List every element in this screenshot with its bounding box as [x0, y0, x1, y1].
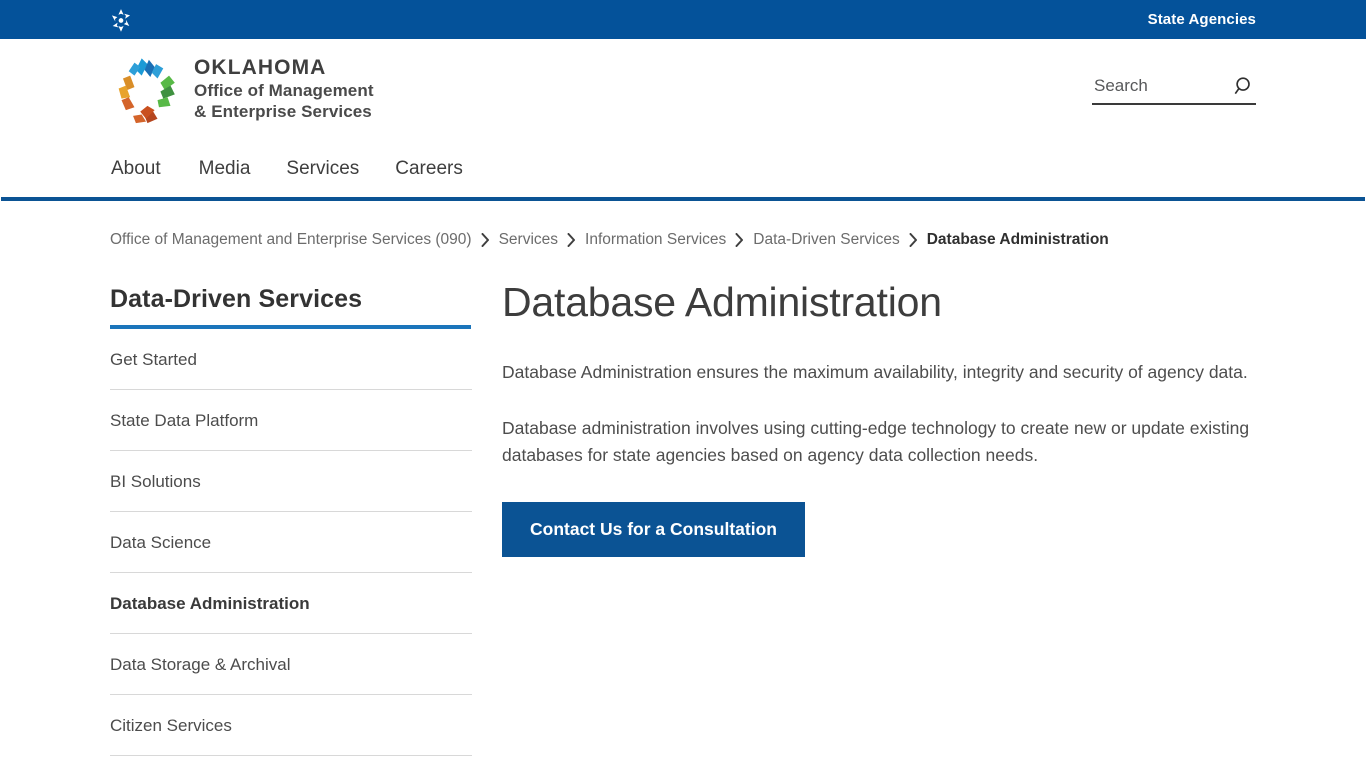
intro-paragraph: Database Administration ensures the maxi… [502, 362, 1248, 383]
sidebar-item-data-science[interactable]: Data Science [110, 512, 472, 572]
brand-line-oklahoma: OKLAHOMA [194, 56, 327, 80]
search-icon [1234, 76, 1250, 94]
list-item: Data Storage & Archival [110, 634, 472, 695]
chevron-right-icon [900, 232, 927, 247]
nav-item-careers[interactable]: Careers [395, 159, 499, 178]
breadcrumb-item-current: Database Administration [926, 231, 1109, 248]
section-sidebar: Data-Driven Services Get Started State D… [110, 248, 472, 756]
sidebar-item-state-data-platform[interactable]: State Data Platform [110, 390, 472, 450]
site-header: OKLAHOMA Office of Management & Enterpri… [0, 39, 1366, 140]
brand-line-enterprise: & Enterprise Services [194, 102, 372, 122]
main-navigation: About Media Services Careers [1, 140, 1365, 201]
state-seal-home-link[interactable] [108, 7, 134, 33]
sidebar-item-database-administration[interactable]: Database Administration [110, 573, 472, 633]
state-agencies-link[interactable]: State Agencies [1148, 12, 1256, 27]
main-column: Database Administration Database Adminis… [472, 248, 1256, 558]
sidebar-item-bi-solutions[interactable]: BI Solutions [110, 451, 472, 511]
body-paragraph: Database administration involves using c… [502, 417, 1250, 465]
sidebar-item-data-storage-archival[interactable]: Data Storage & Archival [110, 634, 472, 694]
list-item: Data Science [110, 512, 472, 573]
nav-item-media[interactable]: Media [199, 159, 287, 178]
list-item: Citizen Services [110, 695, 472, 756]
sidebar-item-citizen-services[interactable]: Citizen Services [110, 695, 472, 755]
list-item: Database Administration [110, 573, 472, 634]
chevron-right-icon [558, 232, 585, 247]
nav-item-about[interactable]: About [111, 159, 199, 178]
list-item: Get Started [110, 329, 472, 390]
breadcrumb-item-agency[interactable]: Office of Management and Enterprise Serv… [110, 232, 472, 248]
brand-logo-link[interactable]: OKLAHOMA Office of Management & Enterpri… [110, 54, 374, 126]
contact-consultation-button[interactable]: Contact Us for a Consultation [502, 501, 805, 558]
chevron-right-icon [726, 232, 753, 247]
sidebar-title: Data-Driven Services [110, 284, 363, 313]
breadcrumb-item-information-services[interactable]: Information Services [585, 232, 726, 248]
search-input[interactable] [1092, 75, 1212, 98]
nav-item-services[interactable]: Services [286, 159, 395, 178]
breadcrumb-item-data-driven-services[interactable]: Data-Driven Services [753, 232, 899, 248]
oklahoma-star-emblem-icon [111, 8, 131, 32]
search-box[interactable] [1092, 75, 1256, 105]
page-title: Database Administration [502, 278, 942, 325]
sidebar-item-get-started[interactable]: Get Started [110, 329, 472, 389]
oklahoma-pinwheel-logo-icon [118, 57, 175, 123]
brand-wordmark: OKLAHOMA Office of Management & Enterpri… [194, 56, 374, 122]
page-content: Data-Driven Services Get Started State D… [0, 248, 1366, 756]
brand-line-office: Office of Management [194, 81, 374, 100]
list-item: State Data Platform [110, 390, 472, 451]
sidebar-menu: Get Started State Data Platform BI Solut… [110, 329, 472, 756]
breadcrumb: Office of Management and Enterprise Serv… [0, 201, 1366, 248]
list-item: BI Solutions [110, 451, 472, 512]
chevron-right-icon [472, 232, 499, 247]
breadcrumb-item-services[interactable]: Services [499, 232, 558, 248]
top-utility-bar: State Agencies [0, 0, 1366, 39]
search-submit-button[interactable] [1233, 75, 1256, 98]
